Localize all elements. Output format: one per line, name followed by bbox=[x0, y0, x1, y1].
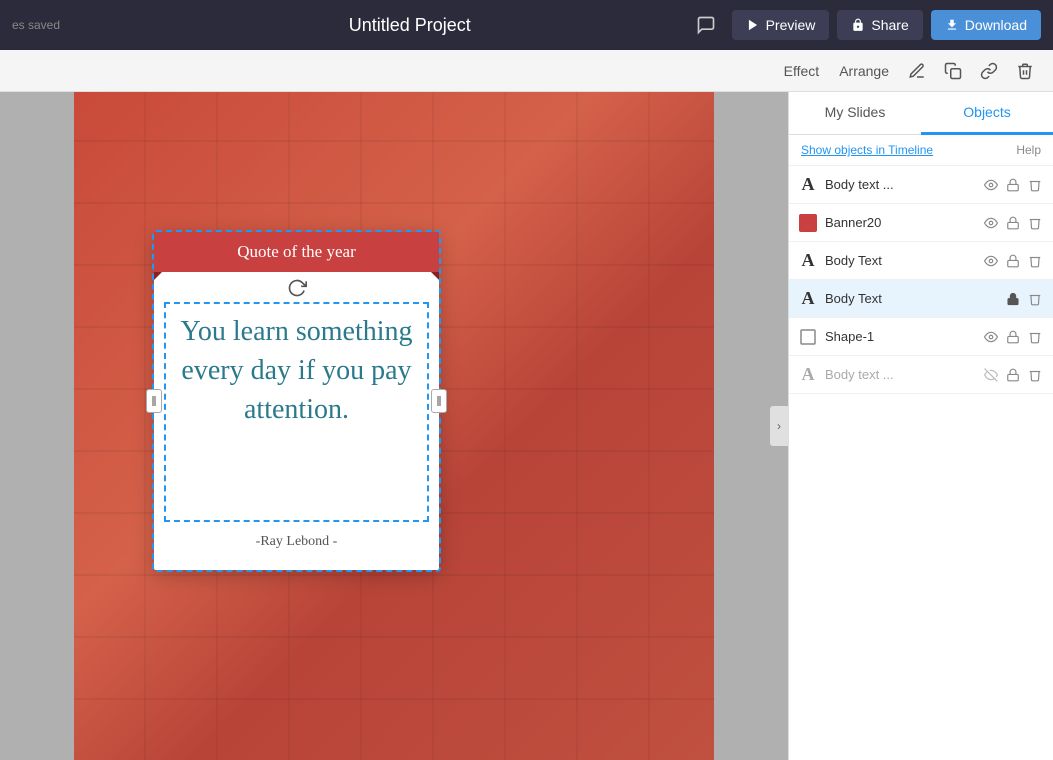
object-icon-3: A bbox=[797, 250, 819, 272]
show-timeline-link[interactable]: Show objects in Timeline bbox=[801, 143, 933, 157]
quote-author: -Ray Lebond - bbox=[154, 534, 439, 550]
canvas-area[interactable]: Quote of the year You learn something ev… bbox=[0, 92, 788, 760]
quote-card[interactable]: Quote of the year You learn something ev… bbox=[154, 232, 439, 570]
object-name-6: Body text ... bbox=[825, 367, 975, 382]
toolbar-actions: Effect Arrange bbox=[776, 57, 1041, 85]
share-button[interactable]: Share bbox=[837, 10, 922, 40]
duplicate-button[interactable] bbox=[937, 57, 969, 85]
tab-my-slides[interactable]: My Slides bbox=[789, 92, 921, 135]
object-controls-6 bbox=[981, 366, 1045, 384]
topbar: es saved Untitled Project Preview Share … bbox=[0, 0, 1053, 50]
panel-tabs: My Slides Objects bbox=[789, 92, 1053, 135]
object-item-6[interactable]: A Body text ... bbox=[789, 356, 1053, 394]
lock-btn-1[interactable] bbox=[1003, 176, 1023, 194]
resize-handle-right[interactable] bbox=[431, 389, 447, 413]
lock-btn-4[interactable] bbox=[1003, 290, 1023, 308]
rotate-handle[interactable] bbox=[154, 278, 439, 298]
lock-btn-3[interactable] bbox=[1003, 252, 1023, 270]
object-icon-4: A bbox=[797, 288, 819, 310]
object-controls-1 bbox=[981, 176, 1045, 194]
object-name-2: Banner20 bbox=[825, 215, 975, 230]
object-icon-5 bbox=[797, 326, 819, 348]
object-controls-2 bbox=[981, 214, 1045, 232]
lock-btn-5[interactable] bbox=[1003, 328, 1023, 346]
topbar-actions: Preview Share Download bbox=[688, 9, 1041, 41]
project-title: Untitled Project bbox=[132, 15, 688, 36]
slide-canvas: Quote of the year You learn something ev… bbox=[74, 92, 714, 760]
panel-header: Show objects in Timeline Help bbox=[789, 135, 1053, 166]
banner-ribbon: Quote of the year bbox=[154, 232, 439, 272]
object-item-5[interactable]: Shape-1 bbox=[789, 318, 1053, 356]
help-link[interactable]: Help bbox=[1016, 143, 1041, 157]
object-item-2[interactable]: Banner20 bbox=[789, 204, 1053, 242]
object-icon-1: A bbox=[797, 174, 819, 196]
arrange-label[interactable]: Arrange bbox=[831, 59, 897, 83]
delete-btn-3[interactable] bbox=[1025, 252, 1045, 270]
download-button[interactable]: Download bbox=[931, 10, 1041, 40]
lock-btn-6[interactable] bbox=[1003, 366, 1023, 384]
object-controls-3 bbox=[981, 252, 1045, 270]
panel-collapse-arrow[interactable]: › bbox=[770, 406, 788, 446]
autosave-status: es saved bbox=[12, 18, 132, 32]
delete-btn-2[interactable] bbox=[1025, 214, 1045, 232]
main-layout: Quote of the year You learn something ev… bbox=[0, 92, 1053, 760]
delete-btn-6[interactable] bbox=[1025, 366, 1045, 384]
comment-button[interactable] bbox=[688, 9, 724, 41]
delete-btn-5[interactable] bbox=[1025, 328, 1045, 346]
delete-button[interactable] bbox=[1009, 57, 1041, 85]
object-controls-5 bbox=[981, 328, 1045, 346]
right-panel: My Slides Objects Show objects in Timeli… bbox=[788, 92, 1053, 760]
object-item-1[interactable]: A Body text ... bbox=[789, 166, 1053, 204]
quote-text-container[interactable]: You learn something every day if you pay… bbox=[164, 302, 429, 522]
object-name-4: Body Text bbox=[825, 291, 997, 306]
visibility-btn-3[interactable] bbox=[981, 252, 1001, 270]
resize-handle-left[interactable] bbox=[146, 389, 162, 413]
quote-text: You learn something every day if you pay… bbox=[174, 312, 419, 430]
visibility-btn-2[interactable] bbox=[981, 214, 1001, 232]
preview-button[interactable]: Preview bbox=[732, 10, 830, 40]
object-name-3: Body Text bbox=[825, 253, 975, 268]
object-icon-2 bbox=[797, 212, 819, 234]
link-button[interactable] bbox=[973, 57, 1005, 85]
delete-btn-1[interactable] bbox=[1025, 176, 1045, 194]
objects-list: A Body text ... bbox=[789, 166, 1053, 760]
style-button[interactable] bbox=[901, 57, 933, 85]
visibility-btn-1[interactable] bbox=[981, 176, 1001, 194]
visibility-btn-6[interactable] bbox=[981, 366, 1001, 384]
lock-btn-2[interactable] bbox=[1003, 214, 1023, 232]
object-item-3[interactable]: A Body Text bbox=[789, 242, 1053, 280]
toolbar: Effect Arrange bbox=[0, 50, 1053, 92]
object-icon-6: A bbox=[797, 364, 819, 386]
delete-btn-4[interactable] bbox=[1025, 290, 1045, 308]
object-name-1: Body text ... bbox=[825, 177, 975, 192]
object-item-4[interactable]: A Body Text bbox=[789, 280, 1053, 318]
effect-label[interactable]: Effect bbox=[776, 59, 828, 83]
object-name-5: Shape-1 bbox=[825, 329, 975, 344]
visibility-btn-5[interactable] bbox=[981, 328, 1001, 346]
object-controls-4 bbox=[1003, 290, 1045, 308]
tab-objects[interactable]: Objects bbox=[921, 92, 1053, 135]
